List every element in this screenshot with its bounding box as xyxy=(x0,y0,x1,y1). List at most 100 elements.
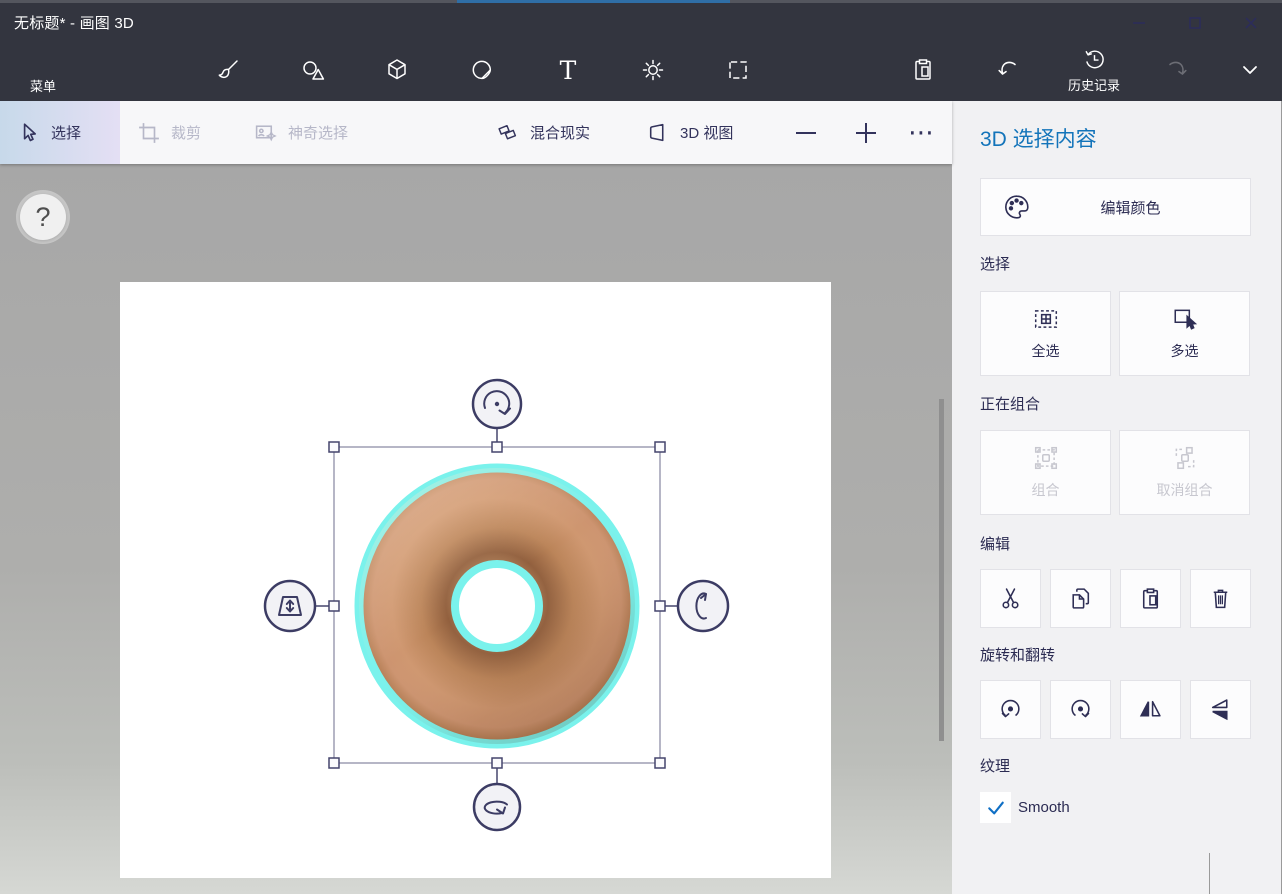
select-section-label: 选择 xyxy=(980,256,1011,273)
mixed-reality-label: 混合现实 xyxy=(530,125,591,142)
texture-section-label: 纹理 xyxy=(980,758,1011,775)
chevron-down-icon xyxy=(1243,66,1257,74)
edit-color-label: 编辑颜色 xyxy=(1100,199,1161,217)
magic-select-label: 神奇选择 xyxy=(288,125,349,142)
select-all-label: 全选 xyxy=(1031,343,1060,359)
palette-icon xyxy=(1005,195,1029,219)
panel-scrollbar-fragment xyxy=(1209,853,1210,894)
rotate-right-button[interactable] xyxy=(1050,680,1111,739)
more-options-button[interactable]: ⋯ xyxy=(902,101,940,164)
ungroup-label: 取消组合 xyxy=(1156,482,1213,498)
cut-button[interactable] xyxy=(980,569,1041,628)
stickers-icon xyxy=(472,60,492,80)
3d-view-label: 3D 视图 xyxy=(680,125,734,142)
multi-select-button[interactable]: 多选 xyxy=(1119,291,1250,376)
effects-button[interactable] xyxy=(621,42,685,98)
ribbon-toolbar: 选择 裁剪 神奇选择 混合现实 3D 视图 ⋯ xyxy=(0,101,952,164)
effects-sun-icon xyxy=(642,59,664,81)
brush-icon xyxy=(218,60,238,79)
crop-icon xyxy=(139,122,159,143)
magic-select-button[interactable]: 神奇选择 xyxy=(248,101,354,164)
minus-icon xyxy=(796,131,816,134)
3d-view-icon xyxy=(649,123,664,142)
ellipsis-icon: ⋯ xyxy=(908,117,934,148)
select-tool-label: 选择 xyxy=(51,125,82,142)
history-clock-icon xyxy=(1084,49,1104,68)
copy-icon xyxy=(1072,588,1090,609)
zoom-out-button[interactable] xyxy=(782,101,830,164)
group-button[interactable]: 组合 xyxy=(980,430,1111,515)
group-label: 组合 xyxy=(1031,482,1060,498)
plus-icon xyxy=(856,122,876,143)
undo-button[interactable] xyxy=(976,42,1040,98)
mixed-reality-button[interactable]: 混合现实 xyxy=(490,101,596,164)
select-tool-button[interactable]: 选择 xyxy=(0,101,120,164)
text-button[interactable]: T xyxy=(536,42,600,98)
history-button[interactable]: 历史记录 xyxy=(1052,42,1136,98)
rotate-left-icon xyxy=(1001,699,1020,718)
3d-donut-object[interactable] xyxy=(354,463,640,749)
delete-button[interactable] xyxy=(1190,569,1251,628)
minimize-button[interactable] xyxy=(1116,6,1162,40)
stickers-button[interactable] xyxy=(450,42,514,98)
magic-select-icon xyxy=(255,125,277,142)
canvas-button[interactable] xyxy=(706,42,770,98)
window-title: 无标题* - 画图 3D xyxy=(14,15,134,32)
cursor-arrow-icon xyxy=(23,122,36,141)
select-all-icon xyxy=(1034,310,1057,328)
flip-vertical-icon xyxy=(1211,699,1228,721)
edit-color-button[interactable]: 编辑颜色 xyxy=(980,178,1251,236)
window-top-strip xyxy=(0,0,1282,3)
paste-toolbar-button[interactable] xyxy=(891,42,955,98)
canvas-frame-icon xyxy=(729,61,747,79)
ungroup-icon xyxy=(1175,446,1194,470)
paste-clipboard-icon xyxy=(915,59,931,80)
brushes-button[interactable] xyxy=(196,42,260,98)
rotate-x-handle[interactable] xyxy=(472,782,522,832)
menu-button[interactable]: 菜单 xyxy=(11,42,75,98)
multi-select-icon xyxy=(1173,309,1197,330)
crop-button[interactable]: 裁剪 xyxy=(132,101,207,164)
redo-button[interactable] xyxy=(1145,42,1209,98)
3d-object-overlay xyxy=(263,378,944,832)
delete-trash-icon xyxy=(1213,589,1228,609)
3d-shapes-cube-icon xyxy=(388,59,406,80)
toolbar-expand-button[interactable] xyxy=(1218,42,1282,98)
smooth-checkbox[interactable] xyxy=(980,792,1011,823)
close-button[interactable] xyxy=(1228,6,1274,40)
rotate-y-handle[interactable] xyxy=(676,579,730,633)
history-label: 历史记录 xyxy=(1067,77,1120,93)
flip-horizontal-icon xyxy=(1139,700,1161,717)
rotate-left-button[interactable] xyxy=(980,680,1041,739)
workspace[interactable]: ? xyxy=(0,164,952,894)
flip-horizontal-button[interactable] xyxy=(1120,680,1181,739)
rotate-section-label: 旋转和翻转 xyxy=(980,647,1056,664)
3d-selection-panel: 3D 选择内容 编辑颜色 选择 全选 多选 正在组合 组合 取消组合 编辑 旋转… xyxy=(952,101,1282,894)
3d-view-button[interactable]: 3D 视图 xyxy=(640,101,739,164)
cut-scissors-icon xyxy=(1002,588,1019,609)
mixed-reality-icon xyxy=(498,124,517,140)
redo-icon xyxy=(1169,61,1187,75)
flip-vertical-button[interactable] xyxy=(1190,680,1251,739)
maximize-button[interactable] xyxy=(1172,6,1218,40)
undo-icon xyxy=(998,61,1016,75)
smooth-label: Smooth xyxy=(1018,799,1070,816)
group-section-label: 正在组合 xyxy=(980,396,1041,413)
crop-label: 裁剪 xyxy=(171,125,202,142)
ungroup-button[interactable]: 取消组合 xyxy=(1119,430,1250,515)
multi-select-label: 多选 xyxy=(1170,343,1199,359)
title-bar: 无标题* - 画图 3D 菜单 T 历史记录 xyxy=(0,0,1282,101)
depth-handle[interactable] xyxy=(263,579,317,633)
window-top-strip-accent xyxy=(457,0,730,3)
group-icon xyxy=(1034,446,1057,470)
copy-button[interactable] xyxy=(1050,569,1111,628)
help-button[interactable]: ? xyxy=(20,194,66,240)
2d-shapes-button[interactable] xyxy=(281,42,345,98)
select-all-button[interactable]: 全选 xyxy=(980,291,1111,376)
workspace-scrollbar[interactable] xyxy=(939,399,944,741)
3d-shapes-button[interactable] xyxy=(365,42,429,98)
rotate-z-handle[interactable] xyxy=(471,378,523,430)
menu-label: 菜单 xyxy=(29,78,56,94)
zoom-in-button[interactable] xyxy=(842,101,890,164)
paste-button[interactable] xyxy=(1120,569,1181,628)
